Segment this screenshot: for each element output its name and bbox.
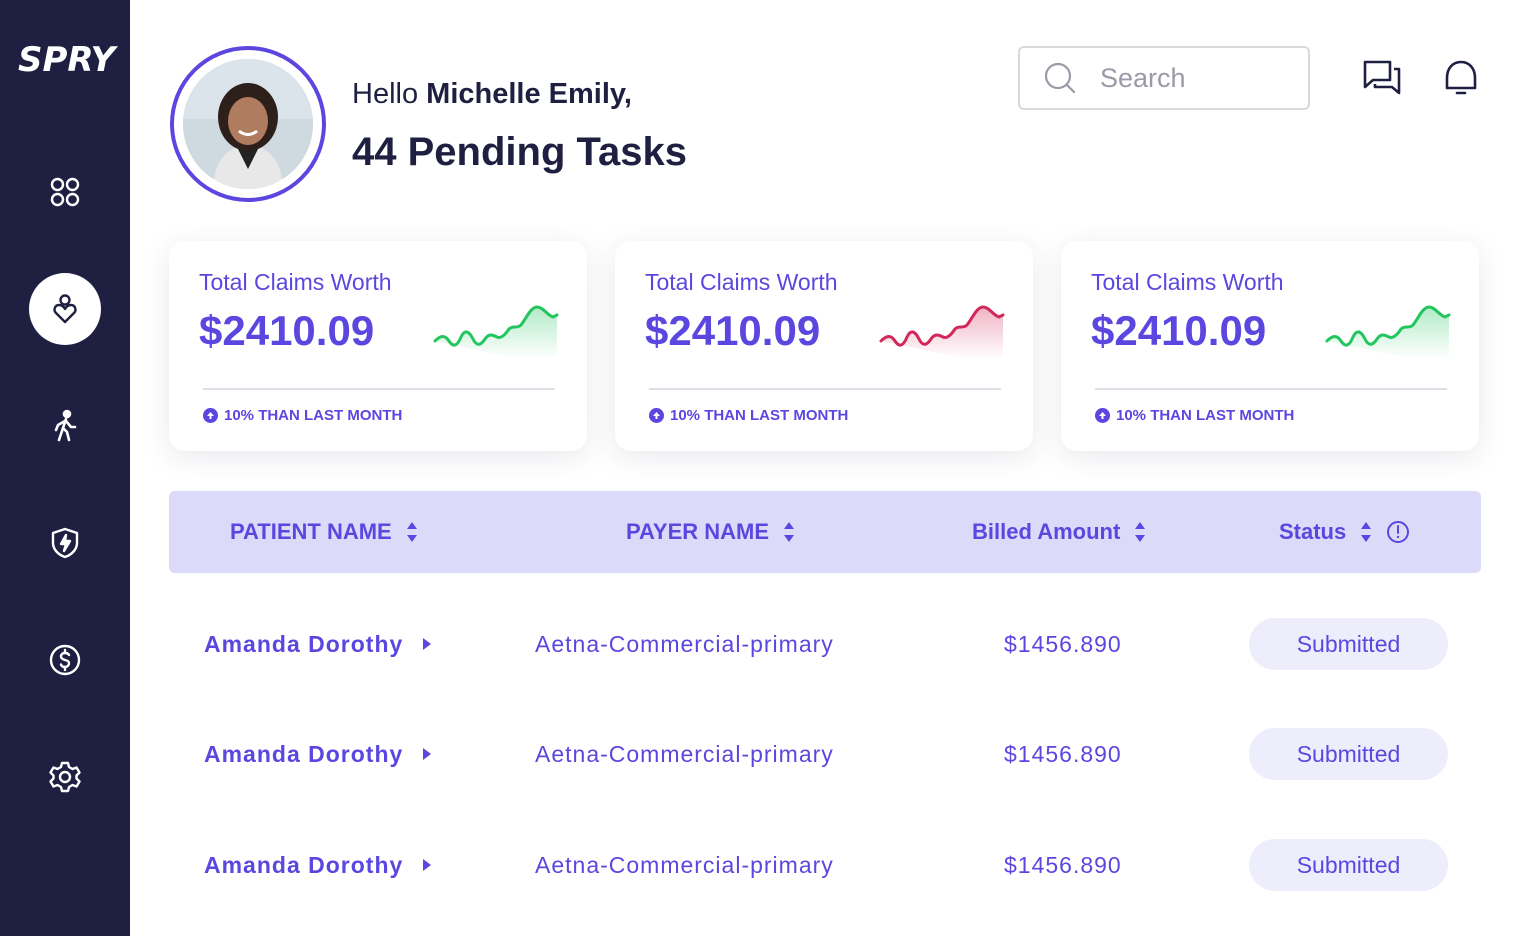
sparkline-icon [1325,305,1451,359]
sidebar: SPRY [0,0,130,936]
avatar-photo [183,59,313,189]
table-row[interactable]: Amanda Dorothy Aetna-Commercial-primary $1… [169,810,1481,920]
patient-name-link[interactable]: Amanda Dorothy [204,699,432,809]
sort-icon[interactable] [406,521,418,543]
sort-icon[interactable] [1134,521,1146,543]
user-name: Michelle Emily, [426,78,632,110]
billed-amount: $1456.890 [1004,740,1122,767]
card-delta-label: 10% THAN LAST MONTH [224,407,403,424]
status-badge[interactable]: Submitted [1249,839,1448,891]
column-header-patient[interactable]: PATIENT NAME [230,491,418,573]
chevron-right-icon[interactable] [423,748,432,760]
card-value: $2410.09 [645,307,821,354]
search-box[interactable] [1018,46,1310,110]
sort-icon[interactable] [1360,521,1372,543]
sidebar-item-billing[interactable] [29,624,101,696]
card-delta-label: 10% THAN LAST MONTH [1116,407,1295,424]
avatar[interactable] [170,46,326,202]
payer-name: Aetna-Commercial-primary [535,851,834,878]
chevron-right-icon[interactable] [423,638,432,650]
sort-icon[interactable] [783,521,795,543]
card-delta: 10% THAN LAST MONTH [1095,407,1294,424]
table-header: PATIENT NAME PAYER NAME Billed Amount St… [169,491,1481,573]
card-value: $2410.09 [199,307,375,354]
patient-name: Amanda Dorothy [204,740,404,767]
card-title: Total Claims Worth [645,269,838,295]
sparkline-icon [879,305,1005,359]
table-row[interactable]: Amanda Dorothy Aetna-Commercial-primary $1… [169,589,1481,699]
sidebar-item-security[interactable] [29,507,101,579]
claims-card[interactable]: Total Claims Worth $2410.09 10% THAN LAST … [615,241,1033,451]
app-logo[interactable]: SPRY [18,40,115,80]
table-row[interactable]: Amanda Dorothy Aetna-Commercial-primary $1… [169,699,1481,809]
grid-icon [50,177,80,207]
greeting: Hello Michelle Emily, [352,78,632,110]
sidebar-item-patients[interactable] [29,273,101,345]
messages-icon[interactable] [1362,58,1402,98]
arrow-up-icon [1095,408,1110,423]
arrow-up-icon [203,408,218,423]
card-title: Total Claims Worth [199,269,392,295]
dollar-icon [49,644,81,676]
sidebar-item-dashboard[interactable] [29,156,101,228]
status-badge[interactable]: Submitted [1249,728,1448,780]
payer-name: Aetna-Commercial-primary [535,740,834,767]
claims-card[interactable]: Total Claims Worth $2410.09 10% THAN LAST … [169,241,587,451]
pending-tasks: 44 Pending Tasks [352,130,687,174]
card-delta: 10% THAN LAST MONTH [649,407,848,424]
card-delta: 10% THAN LAST MONTH [203,407,402,424]
patient-name-link[interactable]: Amanda Dorothy [204,810,432,920]
card-value: $2410.09 [1091,307,1267,354]
walking-person-icon [54,409,77,442]
card-divider [1095,388,1447,390]
card-divider [203,388,555,390]
billed-amount: $1456.890 [1004,630,1122,657]
patient-name: Amanda Dorothy [204,630,404,657]
claims-card[interactable]: Total Claims Worth $2410.09 10% THAN LAST … [1061,241,1479,451]
bell-icon[interactable] [1441,58,1481,98]
card-delta-label: 10% THAN LAST MONTH [670,407,849,424]
column-header-status[interactable]: Status [1279,491,1410,573]
payer-name: Aetna-Commercial-primary [535,630,834,657]
gear-icon [49,761,81,793]
sidebar-item-activity[interactable] [29,390,101,462]
status-badge[interactable]: Submitted [1249,618,1448,670]
card-divider [649,388,1001,390]
shield-bolt-icon [51,527,79,559]
search-icon [1044,62,1076,94]
search-input[interactable] [1098,61,1282,95]
sidebar-item-settings[interactable] [29,741,101,813]
card-title: Total Claims Worth [1091,269,1284,295]
patient-heart-icon [53,294,77,324]
arrow-up-icon [649,408,664,423]
chevron-right-icon[interactable] [423,859,432,871]
info-icon[interactable] [1386,520,1410,544]
patient-name: Amanda Dorothy [204,851,404,878]
column-header-payer[interactable]: PAYER NAME [626,491,795,573]
billed-amount: $1456.890 [1004,851,1122,878]
sparkline-icon [433,305,559,359]
patient-name-link[interactable]: Amanda Dorothy [204,589,432,699]
column-header-amount[interactable]: Billed Amount [972,491,1146,573]
